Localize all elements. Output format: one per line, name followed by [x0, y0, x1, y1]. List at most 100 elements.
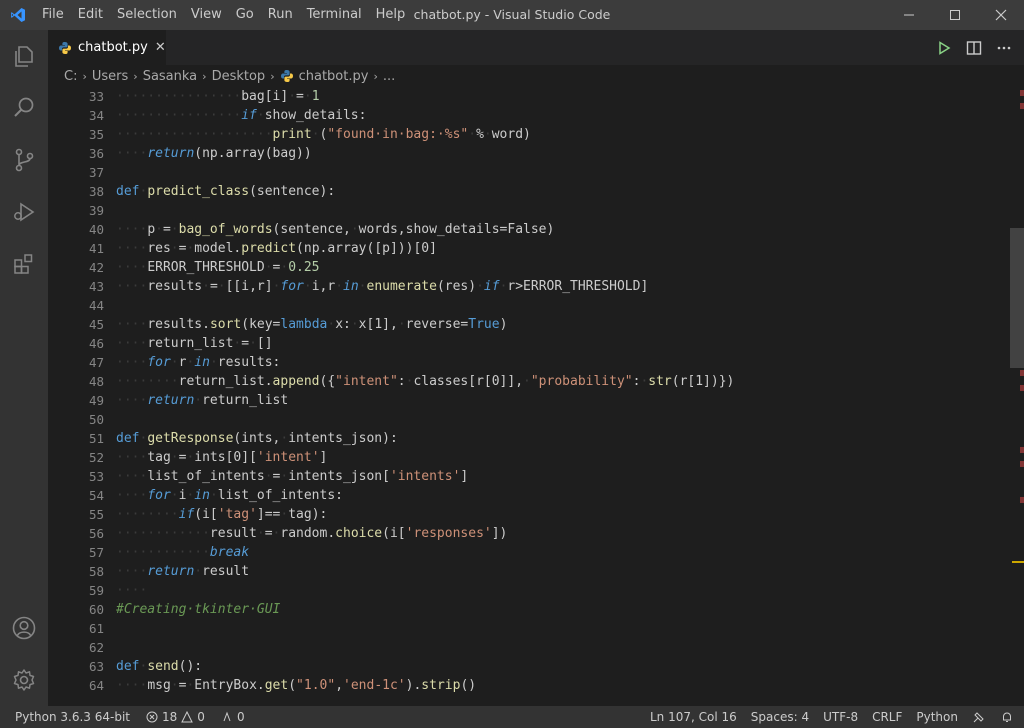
problems-indicator[interactable]: 18 0 [146, 710, 205, 724]
code-token: results. [147, 317, 210, 332]
menu-file[interactable]: File [35, 0, 71, 30]
code-line[interactable]: ················bag[i]·=·1 [116, 87, 734, 106]
code-line[interactable]: ····msg·=·EntryBox.get("1.0",'end-1c').s… [116, 676, 734, 695]
code-line[interactable]: ····for·i·in·list_of_intents: [116, 486, 734, 505]
code-token: (ints, [233, 431, 281, 446]
breadcrumb-users[interactable]: Users [92, 69, 128, 84]
code-token: = [264, 526, 273, 541]
vscode-logo-icon[interactable] [0, 0, 35, 30]
code-line[interactable]: ····list_of_intents·=·intents_json['inte… [116, 467, 734, 486]
code-token: ({ [319, 374, 336, 389]
breadcrumb-drive[interactable]: C: [64, 69, 77, 84]
line-number: 53 [88, 469, 104, 484]
language-mode[interactable]: Python [916, 710, 958, 724]
code-line[interactable]: ················if·show_details: [116, 106, 734, 125]
breadcrumb-sasanka[interactable]: Sasanka [143, 69, 197, 84]
menu-view[interactable]: View [184, 0, 229, 30]
code-line[interactable]: ········return_list.append({"intent": ·cl… [116, 372, 734, 391]
end-of-line[interactable]: CRLF [872, 710, 902, 724]
code-line[interactable] [116, 638, 734, 657]
code-token: ···· [116, 241, 148, 256]
code-token: in [194, 355, 210, 370]
maximize-button[interactable] [932, 0, 978, 30]
editor-scrollbar[interactable] [1010, 87, 1024, 706]
explorer-button[interactable] [0, 30, 48, 82]
split-editor-icon[interactable] [966, 40, 982, 56]
code-line[interactable]: #Creating·tkinter·GUI [116, 600, 734, 619]
code-line[interactable]: ···· [116, 581, 734, 600]
code-line[interactable]: ····return_list·=·[] [116, 334, 734, 353]
breadcrumb-file[interactable]: chatbot.py [299, 69, 369, 84]
breadcrumb-symbol[interactable]: ... [383, 69, 395, 84]
code-token: · [327, 317, 336, 332]
manage-button[interactable] [0, 654, 48, 706]
code-line[interactable]: ········if(i['tag']==·tag): [116, 505, 734, 524]
code-line[interactable]: def·send(): [116, 657, 734, 676]
code-line[interactable] [116, 619, 734, 638]
search-button[interactable] [0, 82, 48, 134]
code-token: · [249, 336, 257, 351]
accounts-button[interactable] [0, 602, 48, 654]
notifications-button[interactable] [1000, 710, 1014, 724]
code-line[interactable]: def·getResponse(ints,·intents_json): [116, 429, 734, 448]
code-line[interactable]: ····results.sort(key=lambda·x:·x[1],·rev… [116, 315, 734, 334]
code-line[interactable]: ····results·=·[[i,r]·for·i,r·in·enumerat… [116, 277, 734, 296]
code-line[interactable]: ····················print·("found·in·bag… [116, 125, 734, 144]
tab-close-icon[interactable]: ✕ [155, 40, 166, 55]
breadcrumb-desktop[interactable]: Desktop [212, 69, 266, 84]
encoding[interactable]: UTF-8 [823, 710, 858, 724]
code-editor[interactable]: 33 34 35 36 37 38 39 40 41 42 43 44 45 46 47 48 49 50 51 52… [48, 87, 1010, 706]
more-actions-icon[interactable] [996, 40, 1012, 56]
minimize-button[interactable] [886, 0, 932, 30]
code-token: EntryBox. [194, 678, 265, 693]
line-number: 50 [88, 412, 104, 427]
code-token: enumerate [366, 279, 437, 294]
code-token: return_list [202, 393, 289, 408]
code-line[interactable] [116, 201, 734, 220]
code-token: return_list [147, 336, 234, 351]
code-line[interactable]: ····p·=·bag_of_words(sentence,·words,sho… [116, 220, 734, 239]
code-line[interactable]: ····ERROR_THRESHOLD·=·0.25 [116, 258, 734, 277]
code-line[interactable] [116, 163, 734, 182]
code-line[interactable]: ····return(np.array(bag)) [116, 144, 734, 163]
line-number: 42 [88, 260, 104, 275]
cursor-position[interactable]: Ln 107, Col 16 [650, 710, 737, 724]
menu-go[interactable]: Go [229, 0, 261, 30]
code-token: · [264, 469, 273, 484]
menu-edit[interactable]: Edit [71, 0, 110, 30]
source-control-button[interactable] [0, 134, 48, 186]
code-line[interactable] [116, 410, 734, 429]
menu-help[interactable]: Help [369, 0, 413, 30]
menu-terminal[interactable]: Terminal [300, 0, 369, 30]
code-line[interactable]: ····res·=·model.predict(np.array([p]))[0… [116, 239, 734, 258]
line-number: 44 [88, 298, 104, 313]
code-line[interactable] [116, 296, 734, 315]
code-token: % [476, 127, 484, 142]
line-number: 54 [88, 488, 104, 503]
python-interpreter[interactable]: Python 3.6.3 64-bit [15, 710, 130, 724]
code-token: [] [256, 336, 273, 351]
close-window-button[interactable] [978, 0, 1024, 30]
scrollbar-thumb[interactable] [1010, 228, 1024, 368]
run-debug-button[interactable] [0, 186, 48, 238]
code-line[interactable]: ····tag·=·ints[0]['intent'] [116, 448, 734, 467]
tab-chatbot-py[interactable]: chatbot.py ✕ [48, 30, 166, 65]
menu-selection[interactable]: Selection [110, 0, 184, 30]
code-token: 'intents' [389, 469, 461, 484]
activity-bar [0, 30, 48, 706]
code-line[interactable]: ····for·r·in·results: [116, 353, 734, 372]
code-line[interactable]: ····return·result [116, 562, 734, 581]
run-file-icon[interactable] [936, 40, 952, 56]
code-line[interactable]: ············break [116, 543, 734, 562]
code-line[interactable]: ····return·return_list [116, 391, 734, 410]
code-line[interactable]: ············result·=·random.choice(i['re… [116, 524, 734, 543]
feedback-button[interactable] [972, 710, 986, 724]
menu-run[interactable]: Run [261, 0, 300, 30]
code-token: return [147, 564, 195, 579]
indentation[interactable]: Spaces: 4 [751, 710, 809, 724]
code-token: list_of_intents [147, 469, 265, 484]
extensions-button[interactable] [0, 238, 48, 290]
code-line[interactable]: def·predict_class(sentence): [116, 182, 734, 201]
ports-indicator[interactable]: 0 [221, 710, 245, 724]
code-area[interactable]: ················bag[i]·=·1 ··············… [116, 87, 734, 695]
